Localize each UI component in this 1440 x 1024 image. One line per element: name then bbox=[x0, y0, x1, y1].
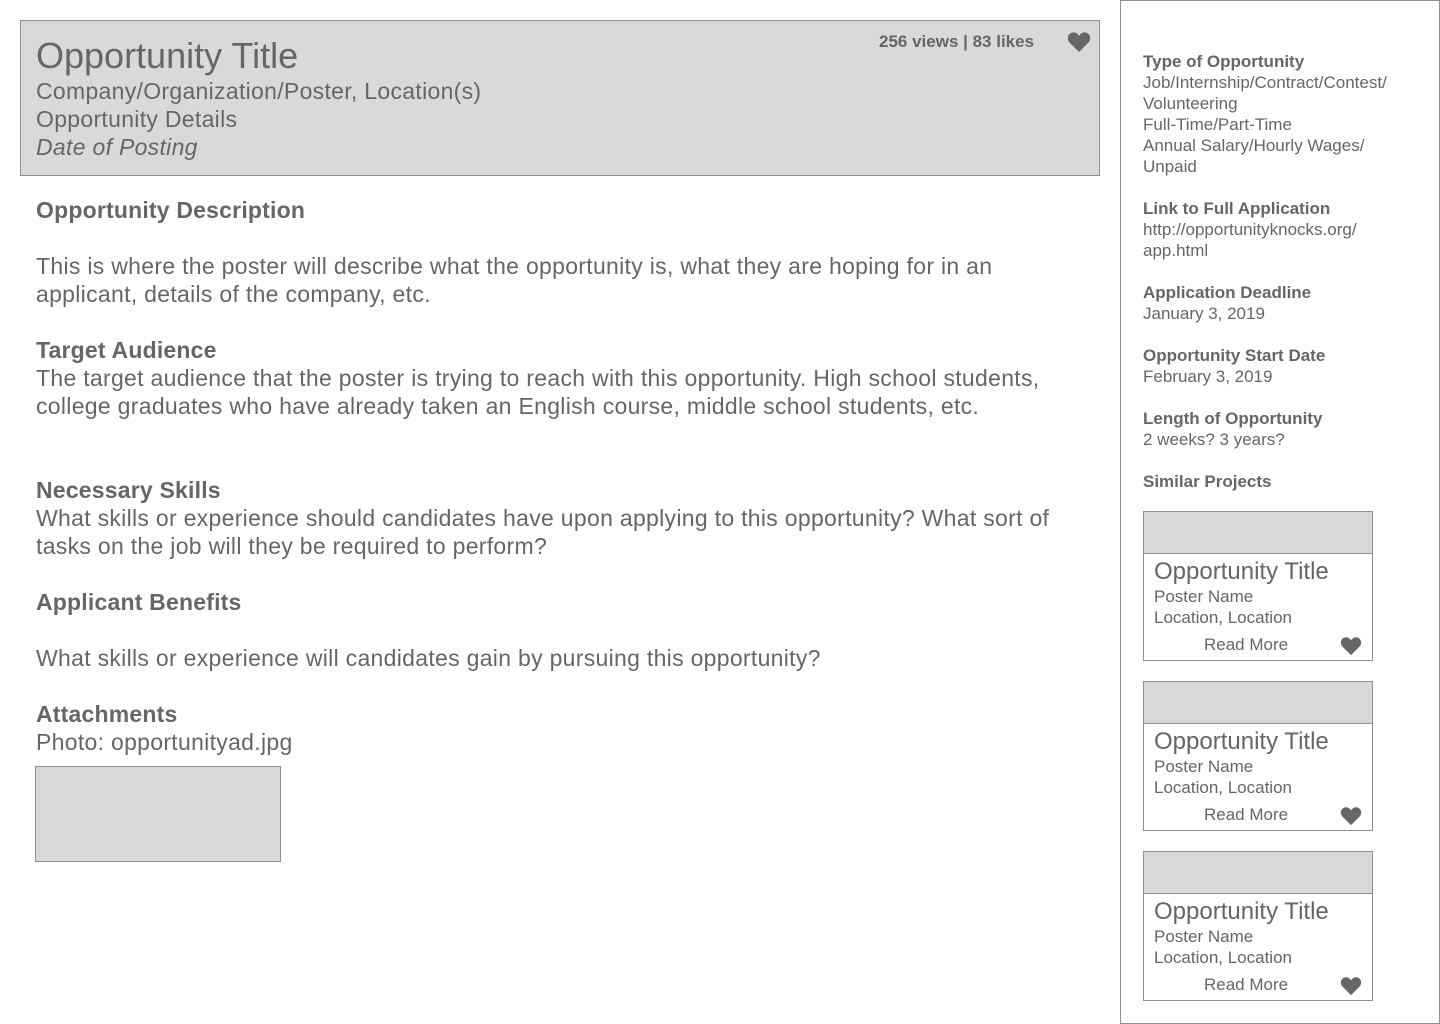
attachments-heading: Attachments bbox=[36, 701, 178, 727]
similar-project-thumbnail bbox=[1144, 512, 1372, 554]
application-link-label: Link to Full Application bbox=[1143, 199, 1331, 218]
similar-project-poster: Poster Name bbox=[1154, 587, 1254, 606]
type-of-opportunity-value: Full-Time/Part-Time bbox=[1143, 115, 1292, 134]
application-link[interactable]: app.html bbox=[1143, 240, 1433, 261]
attachment-image-placeholder[interactable] bbox=[35, 766, 281, 862]
type-of-opportunity-label: Type of Opportunity bbox=[1143, 52, 1305, 71]
views-likes-stats: 256 views | 83 likes bbox=[879, 32, 1035, 51]
application-deadline-value: January 3, 2019 bbox=[1143, 304, 1265, 323]
length-value: 2 weeks? 3 years? bbox=[1143, 430, 1285, 449]
opportunity-details: Opportunity Details bbox=[36, 106, 238, 132]
target-audience-text: The target audience that the poster is t… bbox=[36, 365, 1040, 419]
application-link[interactable]: http://opportunityknocks.org/ bbox=[1143, 219, 1433, 240]
applicant-benefits-text: What skills or experience will candidate… bbox=[36, 645, 821, 671]
application-deadline-label: Application Deadline bbox=[1143, 283, 1312, 302]
read-more-link[interactable]: Read More bbox=[1204, 634, 1288, 655]
attachment-filename: Photo: opportunityad.jpg bbox=[36, 729, 293, 755]
applicant-benefits-heading: Applicant Benefits bbox=[36, 589, 242, 615]
opportunity-company: Company/Organization/Poster, Location(s) bbox=[36, 78, 482, 104]
necessary-skills-text: What skills or experience should candida… bbox=[36, 505, 1050, 559]
similar-project-location: Location, Location bbox=[1154, 778, 1292, 797]
start-date-value: February 3, 2019 bbox=[1143, 367, 1273, 386]
description-text: This is where the poster will describe w… bbox=[36, 253, 993, 307]
type-of-opportunity-value: Annual Salary/Hourly Wages/ bbox=[1143, 136, 1365, 155]
type-of-opportunity-value: Unpaid bbox=[1143, 157, 1197, 176]
similar-project-location: Location, Location bbox=[1154, 608, 1292, 627]
length-label: Length of Opportunity bbox=[1143, 409, 1323, 428]
read-more-link[interactable]: Read More bbox=[1204, 804, 1288, 825]
similar-project-location: Location, Location bbox=[1154, 948, 1292, 967]
similar-project-card[interactable]: Opportunity Title Poster Name Location, … bbox=[1143, 851, 1373, 1001]
start-date-label: Opportunity Start Date bbox=[1143, 346, 1326, 365]
similar-project-title: Opportunity Title bbox=[1154, 728, 1329, 755]
similar-projects-label: Similar Projects bbox=[1143, 472, 1272, 491]
heart-icon[interactable] bbox=[1340, 806, 1362, 826]
target-audience-heading: Target Audience bbox=[36, 337, 217, 363]
heart-icon[interactable] bbox=[1340, 976, 1362, 996]
similar-project-card[interactable]: Opportunity Title Poster Name Location, … bbox=[1143, 511, 1373, 661]
opportunity-title: Opportunity Title bbox=[36, 35, 299, 76]
heart-icon[interactable] bbox=[1340, 636, 1362, 656]
description-heading: Opportunity Description bbox=[36, 197, 306, 223]
opportunity-header: Opportunity Title Company/Organization/P… bbox=[20, 20, 1100, 176]
heart-icon[interactable] bbox=[1067, 31, 1091, 53]
sidebar: Type of Opportunity Job/Internship/Contr… bbox=[1120, 0, 1440, 1024]
similar-project-title: Opportunity Title bbox=[1154, 558, 1329, 585]
type-of-opportunity-value: Job/Internship/Contract/Contest/ bbox=[1143, 73, 1387, 92]
similar-project-thumbnail bbox=[1144, 682, 1372, 724]
similar-project-poster: Poster Name bbox=[1154, 757, 1254, 776]
similar-project-title: Opportunity Title bbox=[1154, 898, 1329, 925]
read-more-link[interactable]: Read More bbox=[1204, 974, 1288, 995]
type-of-opportunity-value: Volunteering bbox=[1143, 94, 1238, 113]
similar-project-poster: Poster Name bbox=[1154, 927, 1254, 946]
posting-date: Date of Posting bbox=[36, 134, 198, 160]
necessary-skills-heading: Necessary Skills bbox=[36, 477, 221, 503]
similar-project-card[interactable]: Opportunity Title Poster Name Location, … bbox=[1143, 681, 1373, 831]
similar-project-thumbnail bbox=[1144, 852, 1372, 894]
